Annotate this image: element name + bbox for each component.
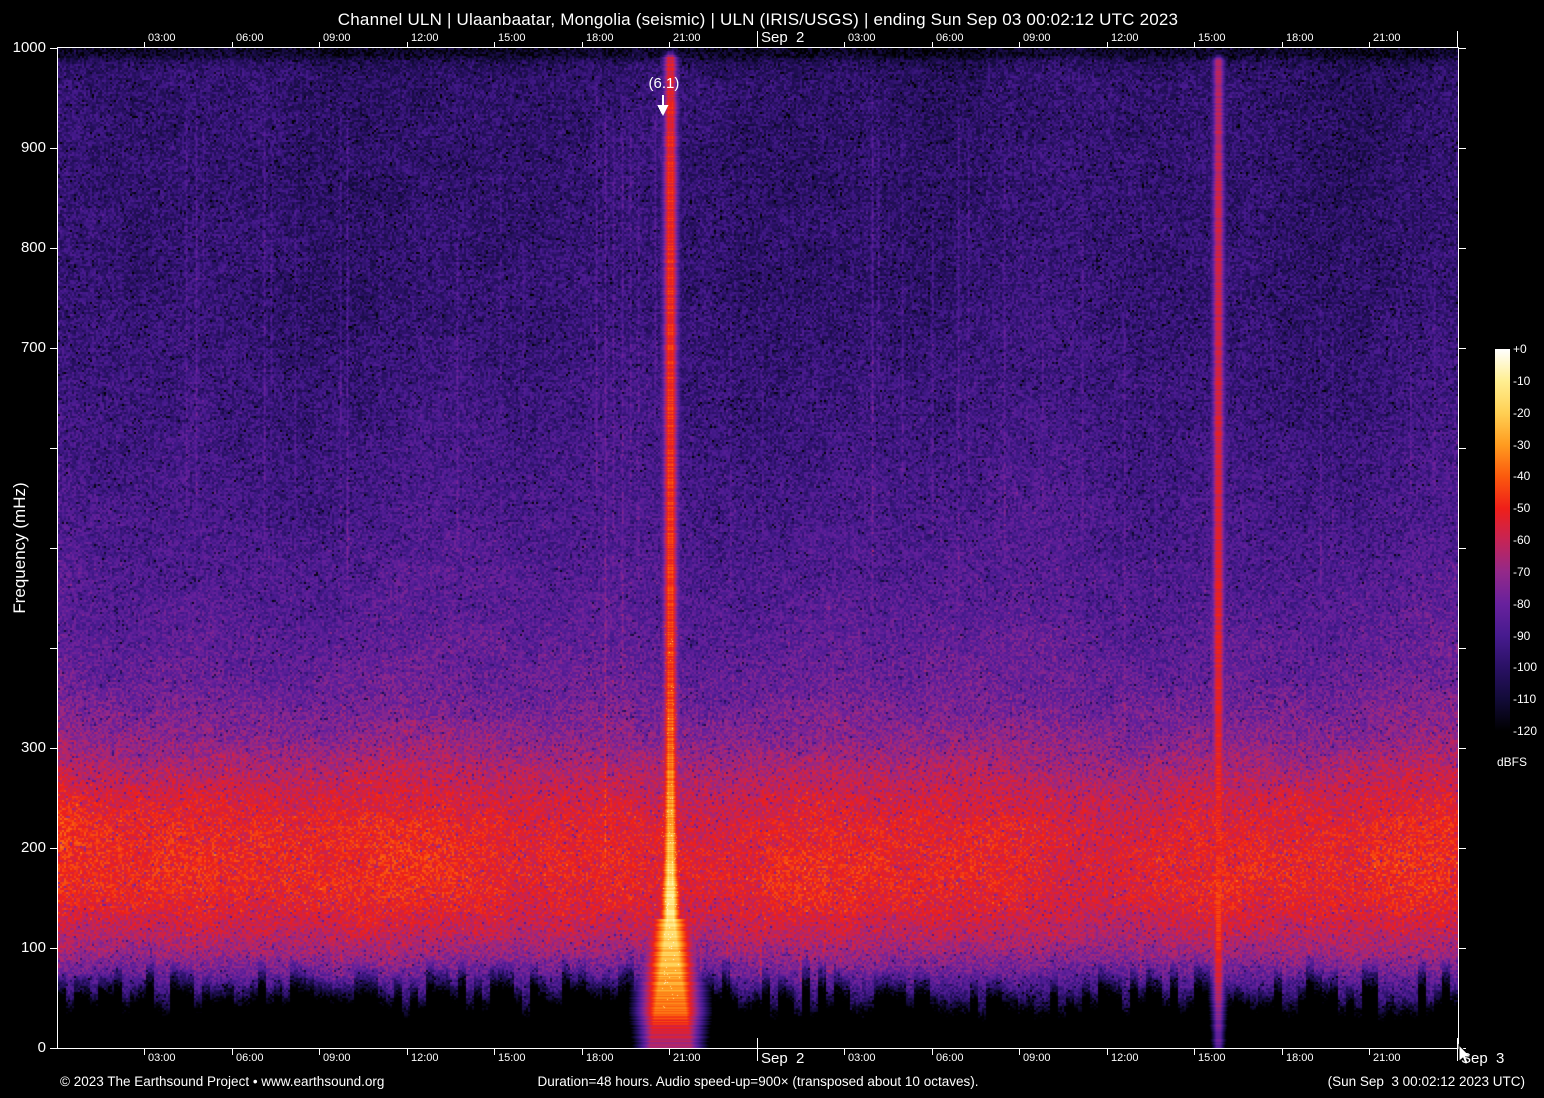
x-tick-label-bottom: Sep 3 [1461, 1050, 1505, 1067]
x-tick-label-bottom: 18:00 [1286, 1052, 1314, 1064]
colorbar-unit-label: dBFS [1497, 755, 1528, 769]
x-tick-label-top: 09:00 [323, 32, 351, 44]
x-tick-label-bottom: 12:00 [411, 1052, 439, 1064]
x-tick-label-bottom: 18:00 [586, 1052, 614, 1064]
earthquake-magnitude-label: (6.1) [648, 75, 680, 92]
y-tick-label: 900 [20, 138, 46, 156]
colorbar-tick-label: -20 [1513, 405, 1531, 420]
x-tick-label-top: 03:00 [848, 32, 876, 44]
colorbar [1495, 349, 1510, 731]
x-tick-label-bottom: 15:00 [498, 1052, 526, 1064]
y-tick-label: 700 [20, 338, 46, 356]
x-tick-label-bottom: 06:00 [936, 1052, 964, 1064]
colorbar-tick-label: +0 [1513, 342, 1527, 356]
x-tick-label-top: 21:00 [673, 32, 701, 44]
colorbar-tick-label: -50 [1513, 501, 1531, 516]
colorbar-tick-label: -120 [1513, 724, 1538, 738]
colorbar-tick-label: -90 [1513, 628, 1531, 643]
x-tick-label-bottom: 09:00 [1023, 1052, 1051, 1064]
colorbar-tick-label: -10 [1513, 373, 1531, 388]
x-tick-label-top: 18:00 [586, 32, 614, 44]
colorbar-tick-label: -70 [1513, 564, 1531, 579]
x-tick-label-bottom: 21:00 [673, 1052, 701, 1064]
colorbar-tick-label: -30 [1513, 437, 1531, 452]
x-tick-label-top: 09:00 [1023, 32, 1051, 44]
colorbar-tick-label: -110 [1513, 692, 1537, 707]
x-tick-label-top: 06:00 [936, 32, 964, 44]
x-tick-label-bottom: 06:00 [236, 1052, 264, 1064]
footer-copyright: © 2023 The Earthsound Project • www.eart… [60, 1074, 385, 1089]
x-tick-label-top: Sep 2 [761, 29, 805, 46]
x-tick-label-top: 21:00 [1373, 32, 1401, 44]
x-tick-label-top: 12:00 [411, 32, 439, 44]
x-tick-label-top: 15:00 [498, 32, 526, 44]
x-tick-label-bottom: 09:00 [323, 1052, 351, 1064]
x-tick-label-bottom: 21:00 [1373, 1052, 1401, 1064]
colorbar-tick-label: -80 [1513, 596, 1531, 611]
colorbar-tick-label: -40 [1513, 469, 1531, 484]
x-tick-label-bottom: Sep 2 [761, 1050, 805, 1067]
axis-labels: 03:00 03:00 06:00 06:00 09:00 09:00 12:00 12:00… [0, 0, 1544, 1098]
y-tick-label: 200 [20, 838, 46, 856]
x-tick-label-top: 15:00 [1198, 32, 1226, 44]
x-tick-label-bottom: 03:00 [848, 1052, 876, 1064]
x-tick-label-top: 12:00 [1111, 32, 1139, 44]
colorbar-tick-label: -100 [1513, 660, 1538, 675]
x-tick-label-bottom: 12:00 [1111, 1052, 1139, 1064]
y-tick-label: 0 [37, 1038, 46, 1056]
y-tick-label: 800 [20, 238, 46, 256]
x-tick-label-top: 18:00 [1286, 32, 1314, 44]
x-tick-label-top: 03:00 [148, 32, 176, 44]
y-tick-label: 1000 [12, 38, 46, 56]
footer-end-time: (Sun Sep 3 00:02:12 2023 UTC) [1327, 1074, 1525, 1089]
x-tick-label-bottom: 15:00 [1198, 1052, 1226, 1064]
x-tick-label-top: 06:00 [236, 32, 264, 44]
y-axis-title: Frequency (mHz) [10, 482, 29, 614]
y-tick-label: 100 [20, 938, 46, 956]
x-tick-label-bottom: 03:00 [148, 1052, 176, 1064]
spectrogram-page: Channel ULN | Ulaanbaatar, Mongolia (sei… [0, 0, 1544, 1098]
colorbar-tick-label: -60 [1513, 533, 1531, 547]
y-tick-label: 300 [20, 738, 46, 756]
footer-duration: Duration=48 hours. Audio speed-up=900× (… [537, 1074, 979, 1089]
